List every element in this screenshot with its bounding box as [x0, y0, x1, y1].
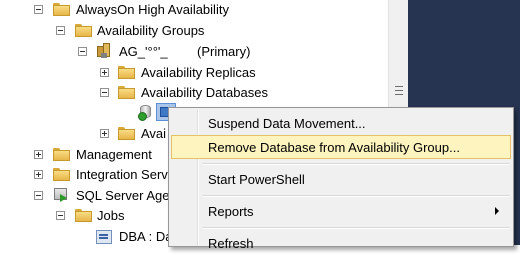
scrollbar-grip-icon[interactable] [395, 86, 403, 95]
menu-item-label: Refresh [208, 236, 254, 251]
tree-label: AlwaysOn High Availability [76, 2, 229, 17]
collapse-toggle[interactable] [78, 47, 87, 56]
tree-label: AG_'°°'_ [119, 44, 168, 59]
tree-label: Management [76, 147, 152, 162]
tree-label: Jobs [97, 208, 125, 223]
tree-label: SQL Server Age [76, 188, 170, 203]
collapse-toggle[interactable] [100, 88, 109, 97]
tree-label: DBA : Da [119, 229, 173, 244]
folder-icon [118, 86, 135, 99]
expand-toggle[interactable] [34, 150, 43, 159]
tree-node-availability-group[interactable]: AG_'°°'_ (Primary) [0, 41, 390, 61]
tree-node-availability-replicas[interactable]: Availability Replicas [0, 62, 390, 82]
folder-icon [75, 24, 92, 37]
menu-item-start-powershell[interactable]: Start PowerShell [171, 167, 511, 191]
folder-icon [118, 66, 135, 79]
folder-icon [53, 3, 70, 16]
menu-separator [203, 195, 509, 197]
tree-label-role: (Primary) [197, 44, 251, 59]
tree-node-integration-services[interactable]: Integration Serv [0, 164, 170, 184]
collapse-toggle[interactable] [56, 211, 65, 220]
menu-item-label: Suspend Data Movement... [208, 116, 366, 131]
folder-icon [75, 209, 92, 222]
tree-label: Availability Databases [141, 85, 268, 100]
tree-node-availability-databases[interactable]: Availability Databases [0, 82, 390, 102]
tree-node-jobs[interactable]: Jobs [0, 205, 170, 225]
menu-item-label: Remove Database from Availability Group.… [208, 140, 460, 155]
tree-node-selected-database[interactable] [0, 102, 176, 122]
menu-item-label: Start PowerShell [208, 172, 305, 187]
collapse-toggle[interactable] [56, 26, 65, 35]
context-menu: Suspend Data Movement... Remove Database… [168, 107, 514, 251]
menu-separator [203, 227, 509, 229]
menu-item-reports[interactable]: Reports [171, 199, 511, 223]
collapse-toggle[interactable] [34, 5, 43, 14]
tree-node-sql-server-agent[interactable]: SQL Server Age [0, 185, 170, 205]
job-icon [96, 230, 112, 244]
tree-label: Integration Serv [76, 167, 168, 182]
menu-separator [203, 163, 509, 165]
tree-node-alwayson[interactable]: AlwaysOn High Availability [0, 0, 390, 20]
tree-label: Availability Groups [97, 23, 205, 38]
expand-toggle[interactable] [100, 68, 109, 77]
menu-item-remove-database[interactable]: Remove Database from Availability Group.… [171, 135, 511, 159]
menu-item-label: Reports [208, 204, 254, 219]
folder-icon [53, 148, 70, 161]
submenu-arrow-icon [495, 207, 499, 215]
sql-agent-icon [53, 187, 69, 203]
expand-toggle[interactable] [34, 170, 43, 179]
tree-node-job-item[interactable]: DBA : Da [0, 226, 173, 245]
database-icon [138, 104, 154, 121]
folder-icon [118, 127, 135, 140]
folder-icon [53, 168, 70, 181]
collapse-toggle[interactable] [34, 191, 43, 200]
availability-group-icon [97, 43, 111, 59]
menu-item-refresh[interactable]: Refresh [171, 231, 511, 255]
tree-label: Avai [141, 126, 167, 141]
tree-label: Availability Replicas [141, 65, 256, 80]
tree-node-management[interactable]: Management [0, 144, 170, 164]
tree-node-availability-groups[interactable]: Availability Groups [0, 20, 390, 40]
expand-toggle[interactable] [100, 129, 109, 138]
tree-node-availability-partial[interactable]: Avai [0, 123, 170, 143]
menu-item-suspend-data-movement[interactable]: Suspend Data Movement... [171, 111, 511, 135]
